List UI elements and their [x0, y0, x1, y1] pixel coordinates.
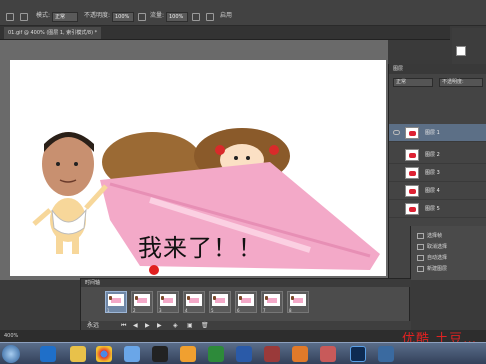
folder-icon[interactable] — [180, 346, 196, 362]
man-eye-left — [56, 162, 60, 166]
timeline-title[interactable]: 时间轴 — [81, 279, 411, 287]
airbrush-icon[interactable] — [192, 13, 200, 21]
brush-tool-icon[interactable] — [6, 13, 14, 21]
layer-opacity-field[interactable]: 不透明度: — [439, 78, 483, 87]
chrome-icon[interactable] — [96, 346, 112, 362]
smoothing-icon[interactable] — [206, 13, 214, 21]
man-arm-left — [32, 208, 52, 226]
flow-input[interactable]: 100% — [166, 12, 188, 22]
enable-checkbox-label[interactable]: 启用 — [220, 10, 232, 19]
ps-icon[interactable] — [350, 346, 366, 362]
excel-icon[interactable] — [208, 346, 224, 362]
timeline-panel: 时间轴 1 2 3 4 5 6 7 8 永远 ⏮ ◀ ▶ ▶ ◈ ▣ 🗑 — [80, 278, 411, 331]
timeline-frame[interactable]: 2 — [131, 291, 153, 313]
first-frame-icon[interactable]: ⏮ — [121, 323, 126, 329]
timeline-frame[interactable]: 1 — [105, 291, 127, 313]
windows-taskbar — [0, 342, 486, 364]
mail-icon[interactable] — [124, 346, 140, 362]
red-object — [149, 265, 159, 275]
video-icon[interactable] — [320, 346, 336, 362]
opacity-input[interactable]: 100% — [112, 12, 134, 22]
flow-label: 流量: — [150, 12, 165, 19]
history-panel: 选择帧 取消选择 自动选择 新建图层 — [410, 226, 486, 280]
play-icon[interactable]: ▶ — [145, 323, 150, 329]
layer-thumbnail — [405, 203, 419, 215]
layer-name: 图层 1 — [425, 130, 440, 136]
man-arm-right — [84, 184, 108, 210]
timeline-frame[interactable]: 6 — [235, 291, 257, 313]
layer-row[interactable]: 图层 5 — [389, 200, 486, 218]
history-item[interactable]: 选择帧 — [417, 232, 442, 241]
pressure-opacity-icon[interactable] — [138, 13, 146, 21]
girl-eye-right — [246, 156, 250, 160]
hair-bow-right — [269, 145, 279, 155]
duplicate-frame-icon[interactable]: ▣ — [187, 323, 193, 329]
document-tab[interactable]: 01.gif @ 400% (图层 1, 索引模式/8) * — [4, 27, 102, 39]
eye-icon[interactable] — [393, 130, 400, 135]
document-tab-bar: 01.gif @ 400% (图层 1, 索引模式/8) * — [0, 26, 450, 40]
timeline-frame[interactable]: 3 — [157, 291, 179, 313]
start-button[interactable] — [2, 345, 20, 363]
man-leg-left — [56, 236, 63, 254]
blend-mode-select[interactable]: 正常 — [393, 78, 433, 87]
photoshop-window: 模式: 正常 不透明度: 100% 流量: 100% 启用 01.gif @ 4… — [0, 0, 486, 364]
history-step-icon — [417, 232, 424, 239]
timeline-frame[interactable]: 5 — [209, 291, 231, 313]
man-eye-right — [74, 162, 78, 166]
history-step-icon — [417, 265, 424, 272]
history-step-icon — [417, 243, 424, 250]
history-item[interactable]: 新建图层 — [417, 265, 447, 274]
color-swatch-panel — [452, 28, 486, 68]
layer-name: 图层 2 — [425, 152, 440, 158]
workspace: 我来了！！ — [0, 40, 388, 280]
layer-row[interactable]: 图层 1 — [389, 124, 486, 142]
layer-thumbnail — [405, 167, 419, 179]
history-item[interactable]: 自动选择 — [417, 254, 447, 263]
man-leg-right — [72, 236, 79, 254]
tween-icon[interactable]: ◈ — [173, 323, 178, 329]
canvas-caption: 我来了！！ — [138, 234, 263, 262]
opacity-label: 不透明度: — [84, 12, 111, 19]
word-icon[interactable] — [236, 346, 252, 362]
explorer-icon[interactable] — [70, 346, 86, 362]
timeline-frame[interactable]: 4 — [183, 291, 205, 313]
brush-preset-icon[interactable] — [20, 13, 28, 21]
delete-frame-icon[interactable]: 🗑 — [201, 323, 209, 329]
loop-select[interactable]: 永远 — [87, 323, 99, 329]
music-icon[interactable] — [292, 346, 308, 362]
layers-panel-title[interactable]: 图层 — [389, 64, 486, 74]
layer-thumbnail — [405, 127, 419, 139]
layer-name: 图层 3 — [425, 170, 440, 176]
hair-bow-left — [215, 145, 225, 155]
layer-row[interactable]: 图层 4 — [389, 182, 486, 200]
next-frame-icon[interactable]: ▶ — [157, 323, 162, 329]
foreground-color-swatch[interactable] — [456, 46, 466, 56]
ie-icon[interactable] — [40, 346, 56, 362]
media-icon[interactable] — [264, 346, 280, 362]
layer-name: 图层 4 — [425, 188, 440, 194]
layer-thumbnail — [405, 185, 419, 197]
mode-select[interactable]: 正常 — [52, 12, 78, 22]
timeline-frame[interactable]: 8 — [287, 291, 309, 313]
layer-row[interactable]: 图层 2 — [389, 146, 486, 164]
history-item[interactable]: 取消选择 — [417, 243, 447, 252]
options-bar: 模式: 正常 不透明度: 100% 流量: 100% 启用 — [0, 0, 486, 26]
layer-row[interactable]: 图层 3 — [389, 164, 486, 182]
mode-label: 模式: — [36, 12, 51, 19]
layer-thumbnail — [405, 149, 419, 161]
document-canvas[interactable]: 我来了！！ — [10, 60, 386, 276]
doc-icon[interactable] — [378, 346, 394, 362]
history-step-icon — [417, 254, 424, 261]
layer-name: 图层 5 — [425, 206, 440, 212]
timeline-frame[interactable]: 7 — [261, 291, 283, 313]
prev-frame-icon[interactable]: ◀ — [133, 323, 138, 329]
zoom-readout[interactable]: 400% — [4, 330, 18, 342]
qq-icon[interactable] — [152, 346, 168, 362]
girl-eye-left — [234, 156, 238, 160]
